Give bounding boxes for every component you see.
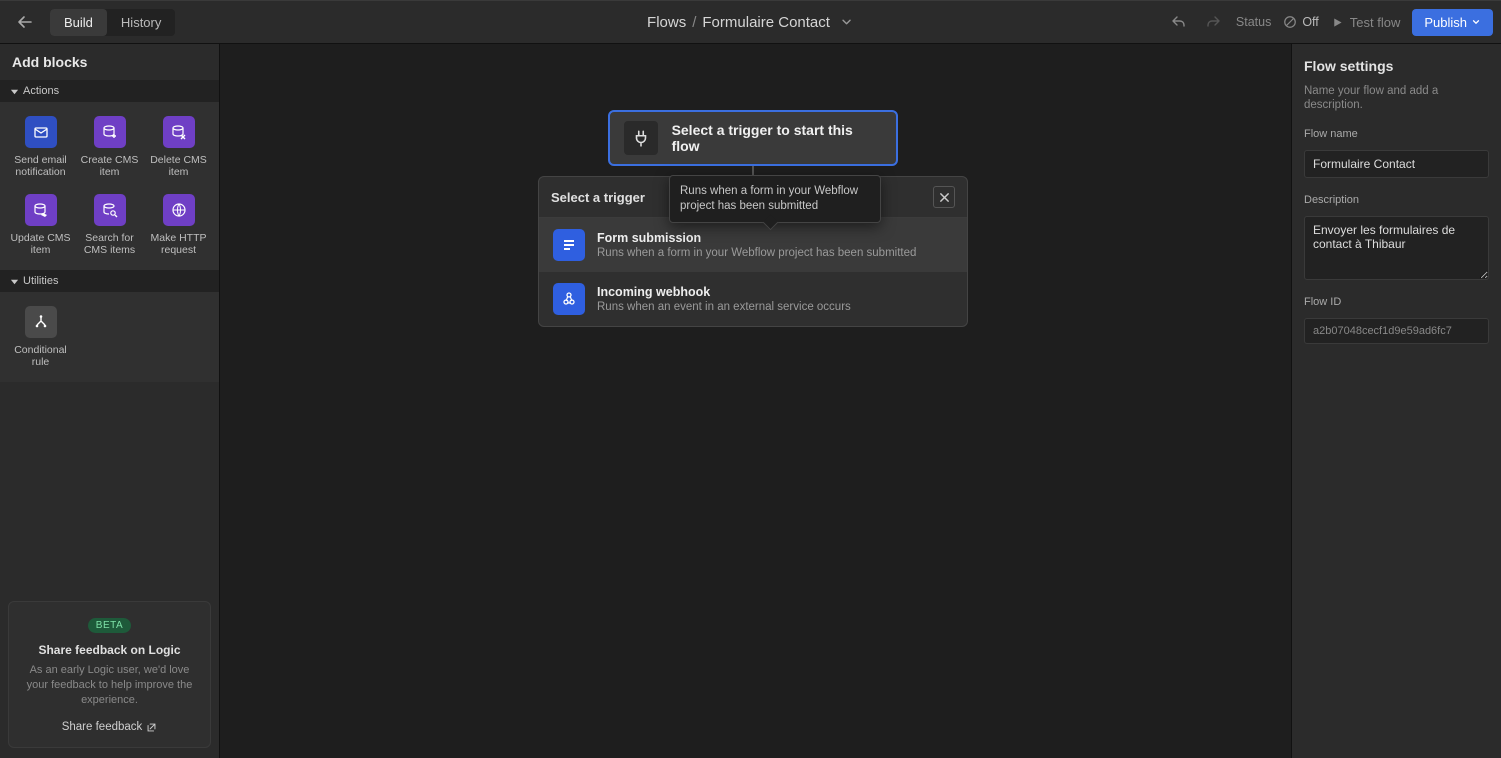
breadcrumb-root[interactable]: Flows	[647, 14, 686, 31]
blocks-utilities: Conditional rule	[0, 292, 219, 382]
flow-desc-input[interactable]	[1304, 216, 1489, 280]
breadcrumb-sep: /	[692, 14, 696, 31]
branch-icon	[25, 306, 57, 338]
flow-name-label: Flow name	[1304, 128, 1489, 140]
feedback-title: Share feedback on Logic	[21, 643, 198, 657]
sidebar-title: Add blocks	[0, 44, 219, 80]
block-search-cms[interactable]: Search for CMS items	[77, 188, 142, 262]
right-panel: Flow settings Name your flow and add a d…	[1291, 44, 1501, 758]
breadcrumb: Flows / Formulaire Contact	[647, 14, 854, 31]
redo-button[interactable]	[1202, 11, 1224, 33]
trigger-option-webhook[interactable]: Incoming webhook Runs when an event in a…	[539, 272, 967, 326]
undo-button[interactable]	[1168, 11, 1190, 33]
feedback-body: As an early Logic user, we'd love your f…	[21, 663, 198, 708]
external-link-icon	[146, 722, 157, 733]
mail-icon	[25, 116, 57, 148]
database-delete-icon	[163, 116, 195, 148]
tab-build[interactable]: Build	[50, 9, 107, 36]
database-update-icon	[25, 194, 57, 226]
section-actions[interactable]: Actions	[0, 80, 219, 102]
arrow-left-icon	[17, 14, 33, 30]
flow-id-label: Flow ID	[1304, 296, 1489, 308]
caret-down-icon	[10, 87, 19, 96]
block-label: Search for CMS items	[79, 232, 140, 256]
test-flow-button[interactable]: Test flow	[1331, 15, 1401, 30]
section-utilities[interactable]: Utilities	[0, 270, 219, 292]
topbar: Build History Flows / Formulaire Contact…	[0, 0, 1501, 44]
blocks-actions: Send email notification Create CMS item …	[0, 102, 219, 270]
trigger-panel-title: Select a trigger	[551, 190, 645, 205]
beta-pill: BETA	[88, 618, 131, 633]
feedback-link[interactable]: Share feedback	[62, 721, 158, 733]
feedback-card: BETA Share feedback on Logic As an early…	[8, 601, 211, 748]
test-flow-label: Test flow	[1350, 15, 1401, 30]
option-desc: Runs when a form in your Webflow project…	[597, 247, 916, 259]
breadcrumb-leaf: Formulaire Contact	[702, 14, 830, 31]
option-title: Incoming webhook	[597, 285, 851, 299]
rp-sub: Name your flow and add a description.	[1304, 84, 1489, 112]
section-actions-label: Actions	[23, 85, 59, 97]
block-label: Update CMS item	[10, 232, 71, 256]
tab-group: Build History	[50, 9, 175, 36]
flow-desc-label: Description	[1304, 194, 1489, 206]
section-utilities-label: Utilities	[23, 275, 58, 287]
option-desc: Runs when an event in an external servic…	[597, 301, 851, 313]
webhook-icon	[553, 283, 585, 315]
block-update-cms[interactable]: Update CMS item	[8, 188, 73, 262]
trigger-card[interactable]: Select a trigger to start this flow	[608, 110, 898, 166]
block-label: Delete CMS item	[148, 154, 209, 178]
chevron-down-icon[interactable]	[840, 15, 854, 29]
database-search-icon	[94, 194, 126, 226]
globe-icon	[163, 194, 195, 226]
canvas[interactable]: Select a trigger to start this flow Runs…	[220, 44, 1291, 758]
block-label: Conditional rule	[10, 344, 71, 368]
trigger-card-text: Select a trigger to start this flow	[672, 122, 882, 154]
chevron-down-icon	[1471, 17, 1481, 27]
flow-id-value: a2b07048cecf1d9e59ad6fc7	[1304, 318, 1489, 344]
block-delete-cms[interactable]: Delete CMS item	[146, 110, 211, 184]
block-label: Send email notification	[10, 154, 71, 178]
sidebar: Add blocks Actions Send email notificati…	[0, 44, 220, 758]
block-label: Make HTTP request	[148, 232, 209, 256]
publish-button[interactable]: Publish	[1412, 9, 1493, 36]
play-icon	[1331, 16, 1344, 29]
database-add-icon	[94, 116, 126, 148]
topbar-right: Status Off Test flow Publish	[1168, 9, 1493, 36]
block-label: Create CMS item	[79, 154, 140, 178]
form-icon	[553, 229, 585, 261]
close-button[interactable]	[933, 186, 955, 208]
publish-label: Publish	[1424, 15, 1467, 30]
option-title: Form submission	[597, 231, 916, 245]
block-send-email[interactable]: Send email notification	[8, 110, 73, 184]
plug-icon	[624, 121, 658, 155]
status-chip[interactable]: Off	[1283, 15, 1318, 29]
flow-name-input[interactable]	[1304, 150, 1489, 178]
redo-icon	[1205, 14, 1221, 30]
trigger-panel: Runs when a form in your Webflow project…	[538, 176, 968, 327]
tab-history[interactable]: History	[107, 9, 175, 36]
close-icon	[939, 192, 950, 203]
status-label: Status	[1236, 15, 1271, 29]
caret-down-icon	[10, 277, 19, 286]
undo-icon	[1171, 14, 1187, 30]
status-value: Off	[1302, 15, 1318, 29]
status-off-icon	[1283, 15, 1297, 29]
trigger-option-form[interactable]: Form submission Runs when a form in your…	[539, 218, 967, 272]
block-http[interactable]: Make HTTP request	[146, 188, 211, 262]
back-button[interactable]	[8, 8, 42, 36]
block-conditional[interactable]: Conditional rule	[8, 300, 73, 374]
feedback-link-text: Share feedback	[62, 721, 143, 733]
rp-title: Flow settings	[1304, 58, 1489, 74]
block-create-cms[interactable]: Create CMS item	[77, 110, 142, 184]
tooltip: Runs when a form in your Webflow project…	[669, 175, 881, 223]
